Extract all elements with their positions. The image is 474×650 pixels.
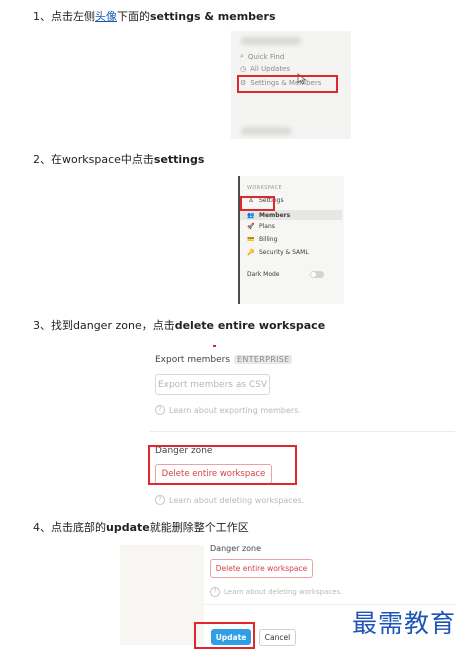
- help-icon: ?: [210, 587, 220, 597]
- export-members-label: Export members ENTERPRISE: [155, 355, 293, 365]
- clock-icon: ◷: [240, 65, 247, 73]
- highlight-update: [194, 622, 255, 649]
- highlight-delete-workspace: [148, 445, 297, 485]
- delete-help-link[interactable]: ? Learn about deleting workspaces.: [155, 495, 304, 505]
- delete-entire-workspace-button-2[interactable]: Delete entire workspace: [210, 559, 313, 578]
- watermark-logo: 最需教育: [352, 609, 457, 638]
- blurred-workspace-name: [241, 37, 301, 45]
- sidebar-item-security-saml[interactable]: 🔑 Security & SAML: [247, 249, 308, 256]
- sidebar-item-billing[interactable]: 💳 Billing: [247, 236, 277, 243]
- step-4-instruction: 4、点击底部的update就能删除整个工作区: [33, 521, 249, 534]
- dark-mode-toggle[interactable]: [310, 271, 324, 278]
- sidebar-background: [120, 545, 204, 645]
- card-icon: 💳: [247, 236, 255, 243]
- search-icon: ⌕: [240, 52, 244, 60]
- avatar-link[interactable]: 头像: [95, 10, 117, 23]
- menu-item-all-updates[interactable]: ◷ All Updates: [240, 65, 290, 73]
- blurred-page-item: [241, 127, 291, 135]
- dark-mode-label: Dark Mode: [247, 271, 280, 278]
- members-icon: 👥: [247, 211, 255, 219]
- danger-zone-label-2: Danger zone: [210, 544, 262, 553]
- step-2-instruction: 2、在workspace中点击settings: [33, 153, 205, 166]
- menu-item-quick-find[interactable]: ⌕ Quick Find: [240, 52, 284, 61]
- help-icon: ?: [155, 405, 165, 415]
- delete-help-link-2[interactable]: ? Learn about deleting workspaces.: [210, 587, 342, 597]
- help-icon: ?: [155, 495, 165, 505]
- rocket-icon: 🚀: [247, 223, 255, 230]
- section-divider: [150, 431, 455, 432]
- key-icon: 🔑: [247, 249, 255, 256]
- export-members-csv-button[interactable]: Export members as CSV: [155, 374, 270, 395]
- sidebar-item-members[interactable]: 👥 Members: [240, 210, 342, 220]
- enterprise-badge: ENTERPRISE: [234, 355, 293, 364]
- highlight-settings-members: [237, 75, 338, 93]
- workspace-header: WORKSPACE: [247, 185, 283, 191]
- export-help-link[interactable]: ? Learn about exporting members.: [155, 405, 301, 415]
- highlight-settings: [240, 196, 275, 211]
- step-1-instruction: 1、点击左侧头像下面的settings & members: [33, 10, 276, 23]
- red-mark: [213, 345, 216, 347]
- step-3-instruction: 3、找到danger zone，点击delete entire workspac…: [33, 319, 326, 332]
- cancel-button[interactable]: Cancel: [259, 629, 296, 646]
- sidebar-item-plans[interactable]: 🚀 Plans: [247, 223, 275, 230]
